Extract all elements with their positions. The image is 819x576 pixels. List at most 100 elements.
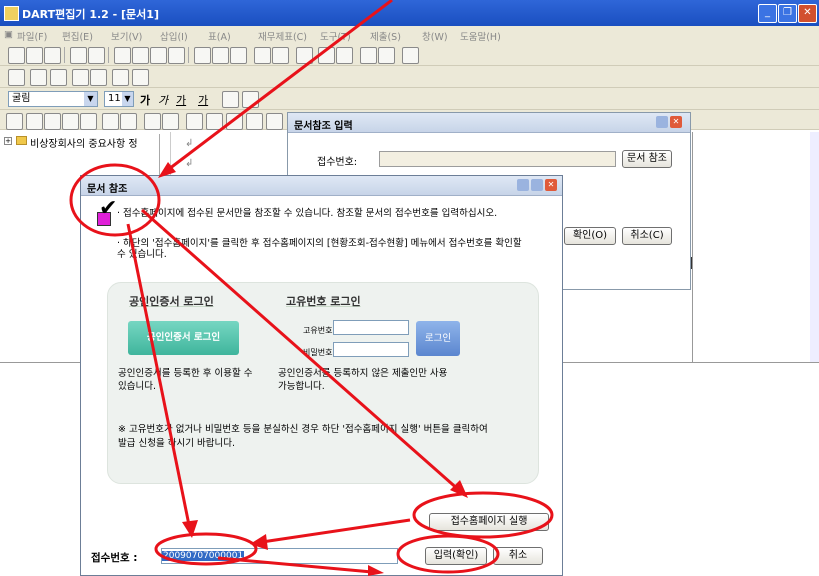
paragraph-mark: ↲ — [185, 158, 194, 169]
close-icon[interactable]: ✕ — [545, 179, 557, 191]
homepage-launch-button[interactable]: 접수홈페이지 실행 — [429, 513, 549, 531]
tbl-icon-4[interactable] — [62, 113, 79, 130]
help-icon[interactable] — [402, 47, 419, 64]
help-icon[interactable] — [656, 116, 668, 128]
uid-label: 고유번호 — [303, 326, 333, 335]
tbl-icon-2[interactable] — [26, 113, 43, 130]
tbl-icon-5[interactable] — [80, 113, 97, 130]
confirm-button[interactable]: 입력(확인) — [425, 547, 487, 565]
layout-icon[interactable] — [112, 69, 129, 86]
uid-input[interactable] — [333, 320, 409, 335]
bracket-minus-icon[interactable] — [90, 69, 107, 86]
ok-button[interactable]: 확인(O) — [564, 227, 616, 245]
restore-button[interactable]: ❐ — [778, 4, 797, 23]
web-icon[interactable] — [272, 47, 289, 64]
chart-icon[interactable] — [318, 47, 335, 64]
indent-icon[interactable] — [30, 69, 47, 86]
window-title-bar: DART편집기 1.2 - [문서1] _ ❐ ✕ — [0, 0, 819, 26]
tbl-icon-12[interactable] — [226, 113, 243, 130]
dialog-title-bar: 문서 참조 ✕ — [81, 176, 562, 196]
export-icon[interactable] — [378, 47, 395, 64]
menu-table[interactable]: 표(A) — [208, 29, 231, 43]
format-toolbar: 굴림 ▼ 11 ▼ 가 가 가 가 — [0, 88, 819, 110]
frame-icon[interactable] — [212, 47, 229, 64]
receipt-input[interactable] — [379, 151, 616, 167]
cert-login-button[interactable]: 공인인증서 로그인 — [128, 321, 239, 355]
align-center-icon[interactable] — [242, 91, 259, 108]
minimize-button[interactable]: _ — [758, 4, 777, 23]
grid-icon[interactable] — [336, 47, 353, 64]
tbl-icon-1[interactable] — [6, 113, 23, 130]
align-left-icon[interactable] — [222, 91, 239, 108]
issue-note: ※ 고유번호가 없거나 비밀번호 등을 분실하신 경우 하단 '접수홈페이지 실… — [118, 424, 488, 449]
print-icon[interactable] — [70, 47, 87, 64]
doc-menu-icon[interactable]: ▣ — [4, 29, 13, 40]
save-icon[interactable] — [44, 47, 61, 64]
login-button[interactable]: 로그인 — [416, 321, 460, 356]
menu-submit[interactable]: 제출(S) — [370, 29, 401, 43]
italic-button[interactable]: 가 — [158, 92, 168, 108]
insert-icon[interactable] — [254, 47, 271, 64]
cert-desc: 공인인증서를 등록한 후 이용할 수 있습니다. — [118, 368, 253, 392]
new-icon[interactable] — [8, 47, 25, 64]
color-button[interactable]: 가 — [198, 92, 208, 108]
tree-item[interactable]: 비상장회사의 중요사항 정 — [30, 135, 138, 150]
receipt-label: 접수번호 : — [91, 552, 138, 564]
receipt-label: 접수번호: — [317, 157, 358, 168]
tree-expand-icon[interactable]: + — [4, 137, 12, 145]
tbl-icon-8[interactable] — [144, 113, 161, 130]
close-button[interactable]: ✕ — [798, 4, 817, 23]
image-icon[interactable] — [230, 47, 247, 64]
copy-icon[interactable] — [132, 47, 149, 64]
uid-heading: 고유번호 로그인 — [286, 295, 361, 308]
menu-tools[interactable]: 도구(T) — [320, 29, 351, 43]
cert-heading: 공인인증서 로그인 — [129, 295, 214, 308]
open-icon[interactable] — [26, 47, 43, 64]
page-edge — [692, 132, 693, 362]
cancel-button[interactable]: 취소 — [493, 547, 543, 565]
bracket-icon[interactable] — [72, 69, 89, 86]
preview-icon[interactable] — [88, 47, 105, 64]
table-icon[interactable] — [194, 47, 211, 64]
tbl-icon-3[interactable] — [44, 113, 61, 130]
tbl-icon-7[interactable] — [120, 113, 137, 130]
tbl-icon-11[interactable] — [206, 113, 223, 130]
menu-file[interactable]: 파일(F) — [17, 29, 47, 43]
dialog-title: 문서 참조 — [87, 184, 128, 195]
style-icon[interactable] — [8, 69, 25, 86]
size-select[interactable]: 11 ▼ — [104, 91, 134, 107]
undo-icon[interactable] — [168, 47, 185, 64]
tbl-icon-6[interactable] — [102, 113, 119, 130]
vertical-scrollbar[interactable] — [810, 132, 819, 362]
paste-icon[interactable] — [150, 47, 167, 64]
maximize-icon[interactable] — [531, 179, 543, 191]
cut-icon[interactable] — [114, 47, 131, 64]
menu-insert[interactable]: 삽입(I) — [160, 29, 188, 43]
menu-help[interactable]: 도움말(H) — [460, 29, 501, 43]
receipt-input[interactable]: 20090707000001 — [161, 548, 398, 564]
pw-input[interactable] — [333, 342, 409, 357]
underline-button[interactable]: 가 — [176, 92, 186, 108]
menu-window[interactable]: 창(W) — [422, 29, 448, 43]
tbl-icon-9[interactable] — [162, 113, 179, 130]
bold-button[interactable]: 가 — [140, 92, 150, 108]
notice-1: · 접수홈페이지에 접수된 문서만을 참조할 수 있습니다. 참조할 문서의 접… — [117, 208, 498, 219]
tbl-icon-13[interactable] — [246, 113, 263, 130]
menu-view[interactable]: 보기(V) — [111, 29, 142, 43]
cancel-button[interactable]: 취소(C) — [622, 227, 672, 245]
find-icon[interactable] — [296, 47, 313, 64]
outdent-icon[interactable] — [50, 69, 67, 86]
zoom-icon[interactable] — [132, 69, 149, 86]
edit-toolbar — [0, 66, 819, 88]
doc-ref-button[interactable]: 문서 참조 — [622, 150, 672, 168]
menu-edit[interactable]: 편집(E) — [62, 29, 93, 43]
standard-toolbar — [0, 44, 819, 66]
menu-financial[interactable]: 재무제표(C) — [258, 29, 307, 43]
folder-icon — [16, 136, 27, 145]
minimize-icon[interactable] — [517, 179, 529, 191]
font-select[interactable]: 굴림 ▼ — [8, 91, 98, 107]
check-icon[interactable] — [360, 47, 377, 64]
tbl-icon-10[interactable] — [186, 113, 203, 130]
close-icon[interactable]: ✕ — [670, 116, 682, 128]
tbl-icon-14[interactable] — [266, 113, 283, 130]
